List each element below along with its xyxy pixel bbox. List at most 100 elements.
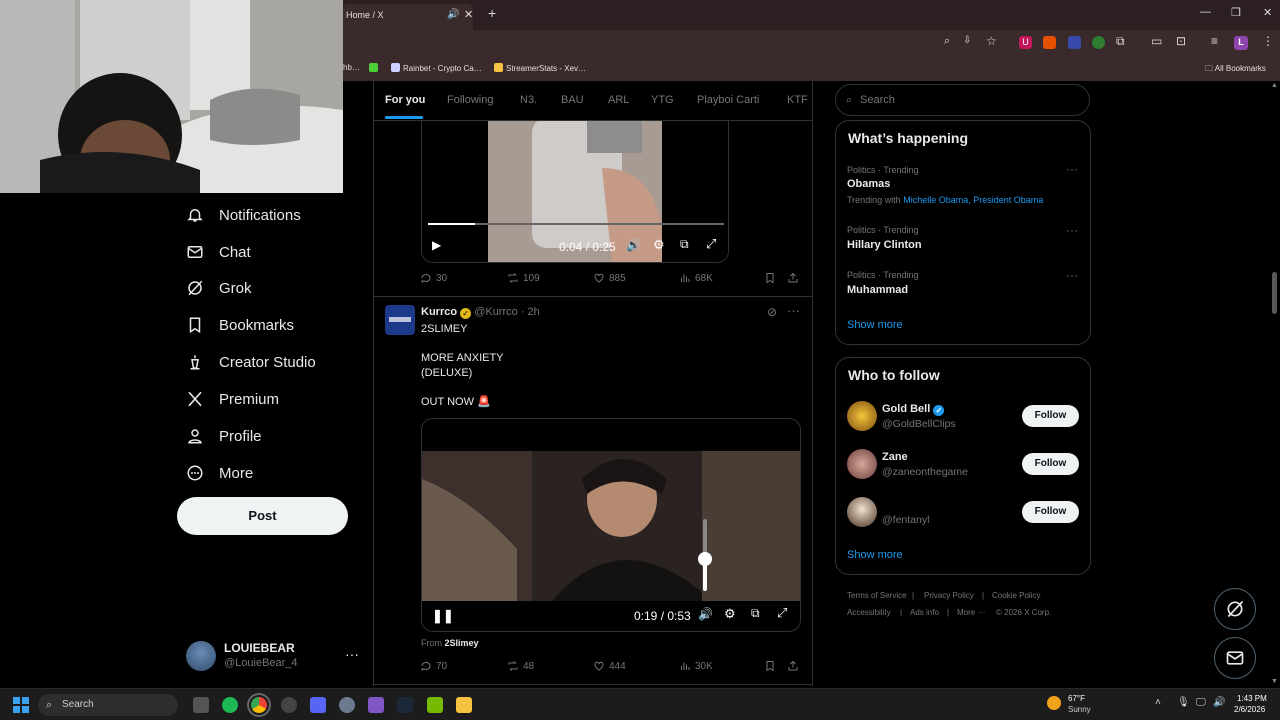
settings-gear-icon[interactable]: [339, 697, 355, 713]
sidebar-item-bookmarks[interactable]: Bookmarks: [186, 313, 294, 337]
tab-bau[interactable]: BAU: [561, 94, 584, 106]
game-controller-icon[interactable]: [368, 697, 384, 713]
sidebar-item-creator-studio[interactable]: Creator Studio: [186, 350, 316, 374]
kebab-menu-icon[interactable]: ⋮: [1262, 34, 1274, 48]
reply-button[interactable]: 70: [420, 660, 447, 672]
more-dots-icon[interactable]: ···: [345, 646, 359, 662]
suggested-user-name[interactable]: Gold Bell ✓: [882, 403, 945, 416]
avatar[interactable]: [847, 449, 877, 479]
chrome-icon[interactable]: [247, 693, 271, 717]
video-progress-track[interactable]: [428, 223, 724, 225]
play-icon[interactable]: ▶: [432, 238, 441, 252]
trend-name[interactable]: Muhammad: [847, 284, 908, 296]
trend-related-link[interactable]: Michelle Obama, President Obama: [903, 195, 1043, 205]
volume-slider[interactable]: [698, 519, 712, 591]
extension-icon[interactable]: U: [1019, 36, 1032, 49]
task-view-icon[interactable]: [193, 697, 209, 713]
volume-slider-knob[interactable]: [698, 551, 712, 566]
bookmark-icon[interactable]: [764, 272, 780, 284]
menu-lines-icon[interactable]: ≡: [1211, 34, 1218, 48]
bookmark-item[interactable]: StreamerStats - Xev…: [494, 63, 586, 73]
more-dots-icon[interactable]: ···: [1066, 223, 1078, 237]
restore-icon[interactable]: ❐: [1231, 6, 1241, 19]
show-more-link[interactable]: Show more: [847, 549, 903, 561]
fullscreen-icon[interactable]: ⤢: [706, 236, 716, 252]
tab-following[interactable]: Following: [447, 94, 493, 106]
author-name[interactable]: Kurrco: [421, 306, 457, 318]
volume-icon[interactable]: 🔊: [698, 607, 713, 621]
nvidia-icon[interactable]: [427, 697, 443, 713]
tab-ytg[interactable]: YTG: [651, 94, 674, 106]
extensions-puzzle-icon[interactable]: ⧉: [1116, 34, 1125, 49]
tab-playboi-carti[interactable]: Playboi Carti: [697, 94, 759, 106]
sidebar-item-more[interactable]: More: [186, 461, 253, 485]
scrollbar-thumb[interactable]: [1272, 272, 1277, 314]
grok-icon[interactable]: ⊘: [767, 305, 777, 319]
reading-list-icon[interactable]: ⊡: [1176, 34, 1186, 48]
tab-n3[interactable]: N3.: [520, 94, 537, 106]
star-icon[interactable]: ☆: [986, 34, 997, 48]
bookmark-icon[interactable]: [764, 660, 780, 672]
pause-icon[interactable]: ❚❚: [432, 608, 454, 624]
obs-icon[interactable]: [281, 697, 297, 713]
footer-link[interactable]: Terms of Service: [847, 591, 907, 600]
profile-icon[interactable]: L: [1234, 36, 1248, 50]
like-button[interactable]: 885: [593, 272, 626, 284]
network-icon[interactable]: 🖵: [1196, 697, 1206, 708]
scroll-up-arrow-icon[interactable]: ▲: [1271, 82, 1278, 89]
settings-gear-icon[interactable]: ⚙: [724, 606, 736, 622]
follow-button[interactable]: Follow: [1022, 501, 1079, 523]
post-button[interactable]: Post: [177, 497, 348, 535]
more-dots-icon[interactable]: ···: [787, 303, 800, 318]
browser-tab[interactable]: Home / X 🔊 ✕: [343, 4, 473, 30]
share-icon[interactable]: [787, 272, 803, 284]
tab-ktf[interactable]: KTF: [787, 94, 808, 106]
post-video[interactable]: ▶ 0:04 / 0:25 🔊 ⚙ ⧉ ⤢: [421, 108, 729, 263]
suggested-user-name[interactable]: Zane: [882, 451, 908, 463]
all-bookmarks[interactable]: 🗀 All Bookmarks: [1205, 63, 1266, 77]
trend-name[interactable]: Hillary Clinton: [847, 239, 922, 251]
speaker-icon[interactable]: 🔊: [447, 9, 459, 20]
avatar[interactable]: [847, 401, 877, 431]
share-icon[interactable]: [787, 660, 803, 672]
picture-in-picture-icon[interactable]: ⧉: [680, 237, 689, 252]
footer-link[interactable]: Ads info: [910, 608, 939, 617]
sidebar-item-chat[interactable]: Chat: [186, 240, 251, 264]
windows-start-icon[interactable]: [13, 697, 29, 713]
avatar[interactable]: [847, 497, 877, 527]
repost-button[interactable]: 48: [507, 660, 534, 672]
footer-link[interactable]: Cookie Policy: [992, 591, 1040, 600]
bookmark-item[interactable]: [369, 63, 381, 73]
close-icon[interactable]: ✕: [464, 8, 473, 21]
sidebar-item-premium[interactable]: Premium: [186, 387, 279, 411]
views-button[interactable]: 30K: [679, 660, 713, 672]
clock-time[interactable]: 1:43 PM: [1237, 694, 1267, 703]
zoom-icon[interactable]: ⌕: [944, 35, 950, 48]
account-switcher[interactable]: LOUIEBEAR @LouieBear_4 ···: [186, 640, 361, 674]
new-tab-icon[interactable]: +: [488, 5, 496, 21]
discord-icon[interactable]: [310, 697, 326, 713]
weather-sun-icon[interactable]: [1047, 696, 1061, 710]
sidebar-item-profile[interactable]: Profile: [186, 424, 262, 448]
bookmark-item[interactable]: hb…: [343, 63, 360, 72]
author-handle[interactable]: @Kurrco: [474, 306, 518, 318]
views-button[interactable]: 68K: [679, 272, 713, 284]
trend-name[interactable]: Obamas: [847, 178, 890, 190]
chevron-up-icon[interactable]: ˄: [1155, 697, 1161, 708]
steam-icon[interactable]: [397, 697, 413, 713]
footer-link[interactable]: More ···: [957, 608, 985, 617]
file-explorer-icon[interactable]: [456, 697, 472, 713]
post-time[interactable]: · 2h: [521, 306, 540, 318]
post-video[interactable]: ❚❚ 0:19 / 0:53 🔊 ⚙ ⧉ ⤢: [421, 418, 801, 632]
clock-date[interactable]: 2/6/2026: [1234, 705, 1265, 714]
picture-in-picture-icon[interactable]: ⧉: [751, 606, 760, 621]
fullscreen-icon[interactable]: ⤢: [777, 605, 787, 621]
follow-button[interactable]: Follow: [1022, 405, 1079, 427]
extension-icon[interactable]: [1043, 36, 1056, 49]
microphone-icon[interactable]: 🎙: [1177, 697, 1190, 708]
sidebar-item-notifications[interactable]: Notifications: [186, 203, 301, 227]
page-scrollbar[interactable]: [1270, 81, 1280, 688]
taskbar-search[interactable]: ⌕ Search: [38, 694, 178, 716]
author-avatar[interactable]: [385, 305, 415, 335]
sidebar-item-grok[interactable]: Grok: [186, 276, 252, 300]
